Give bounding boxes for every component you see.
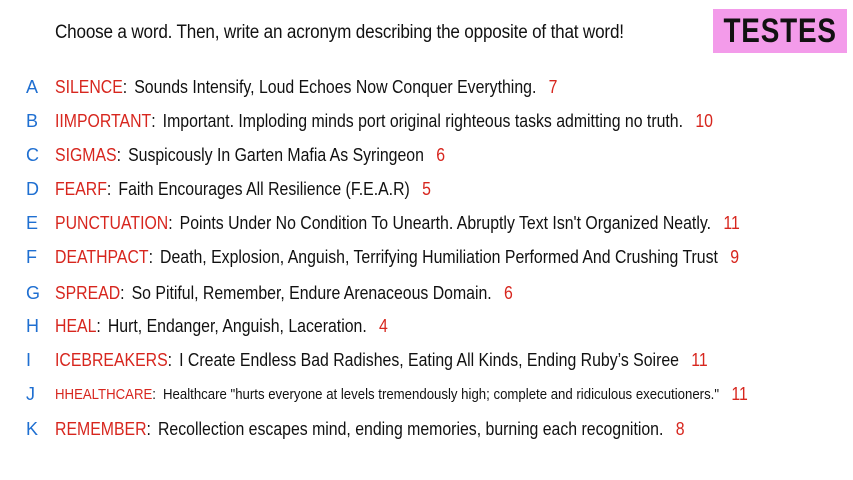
- row-letter: J: [26, 383, 35, 404]
- letter-count: 6: [436, 144, 446, 165]
- letter-count: 7: [548, 76, 558, 97]
- source-word: REMEMBER: [55, 418, 147, 439]
- acronym-text: Recollection escapes mind, ending memori…: [157, 418, 664, 439]
- source-word: FEARF: [55, 178, 107, 199]
- letter-count: 4: [379, 315, 388, 336]
- acronym-text: Points Under No Condition To Unearth. Ab…: [179, 212, 711, 233]
- acronym-text: I Create Endless Bad Radishes, Eating Al…: [179, 349, 679, 370]
- list-item: C SIGMAS: Suspicously In Garten Mafia As…: [26, 144, 446, 165]
- row-letter: H: [26, 315, 39, 336]
- source-word: SIGMAS: [55, 144, 117, 165]
- letter-count: 10: [695, 110, 713, 131]
- acronym-text: So Pitiful, Remember, Endure Arenaceous …: [131, 282, 492, 303]
- acronym-text: Important. Imploding minds port original…: [162, 110, 684, 131]
- acronym-list: A SILENCE: Sounds Intensify, Loud Echoes…: [0, 0, 853, 480]
- source-word: SILENCE: [55, 76, 123, 97]
- row-letter: E: [26, 212, 39, 233]
- list-item: B IIMPORTANT: Important. Imploding minds…: [26, 110, 713, 131]
- row-letter: F: [26, 246, 37, 267]
- list-item: I ICEBREAKERS: I Create Endless Bad Radi…: [26, 349, 708, 370]
- row-letter: B: [26, 110, 39, 131]
- letter-count: 6: [504, 282, 513, 303]
- row-letter: I: [26, 349, 32, 370]
- source-word: SPREAD: [55, 282, 121, 303]
- list-item: E PUNCTUATION: Points Under No Condition…: [26, 212, 740, 233]
- row-letter: D: [26, 178, 39, 199]
- letter-count: 11: [723, 212, 740, 233]
- acronym-text: Suspicously In Garten Mafia As Syringeon: [128, 144, 424, 165]
- source-word: IIMPORTANT: [55, 110, 152, 131]
- list-item: K REMEMBER: Recollection escapes mind, e…: [26, 418, 685, 439]
- source-word: DEATHPACT: [55, 246, 149, 267]
- row-letter: A: [26, 76, 39, 97]
- letter-count: 11: [691, 349, 708, 370]
- source-word: HEAL: [55, 315, 97, 336]
- list-item: D FEARF: Faith Encourages All Resilience…: [26, 178, 431, 199]
- list-item: G SPREAD: So Pitiful, Remember, Endure A…: [26, 282, 513, 303]
- list-item: F DEATHPACT: Death, Explosion, Anguish, …: [26, 246, 740, 267]
- acronym-text: Death, Explosion, Anguish, Terrifying Hu…: [160, 246, 718, 267]
- acronym-text: Healthcare "hurts everyone at levels tre…: [163, 385, 720, 403]
- list-item: J HHEALTHCARE: Healthcare "hurts everyon…: [26, 383, 748, 404]
- acronym-text: Hurt, Endanger, Anguish, Laceration.: [107, 315, 367, 336]
- letter-count: 5: [422, 178, 431, 199]
- source-word: HHEALTHCARE: [55, 385, 153, 403]
- row-letter: C: [26, 144, 39, 165]
- acronym-text: Faith Encourages All Resilience (F.E.A.R…: [118, 178, 410, 199]
- letter-count: 11: [731, 383, 748, 404]
- letter-count: 8: [675, 418, 685, 439]
- row-letter: K: [26, 418, 39, 439]
- list-item: A SILENCE: Sounds Intensify, Loud Echoes…: [26, 76, 558, 97]
- source-word: ICEBREAKERS: [55, 349, 168, 370]
- acronym-text: Sounds Intensify, Loud Echoes Now Conque…: [134, 76, 537, 97]
- letter-count: 9: [730, 246, 740, 267]
- row-letter: G: [26, 282, 41, 303]
- list-item: H HEAL: Hurt, Endanger, Anguish, Lacerat…: [26, 315, 388, 336]
- source-word: PUNCTUATION: [55, 212, 169, 233]
